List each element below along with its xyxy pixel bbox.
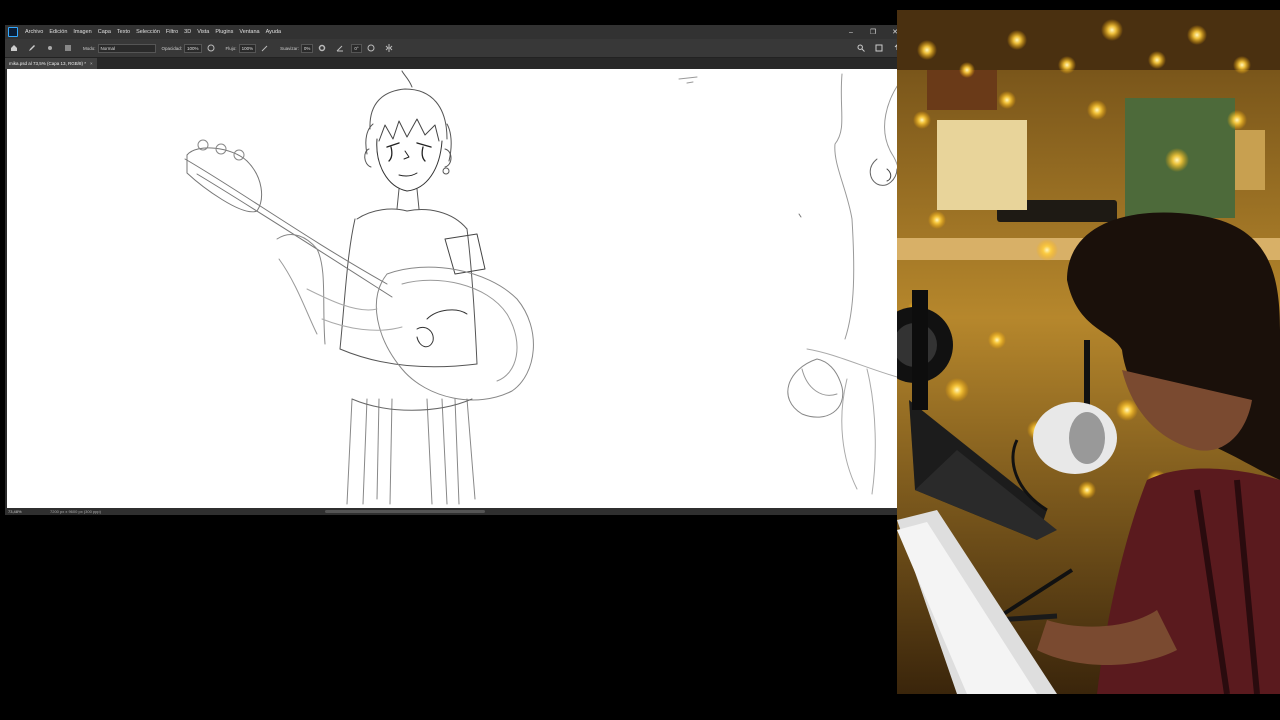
- opacity-input[interactable]: 100%: [184, 43, 202, 53]
- menu-edicion[interactable]: Edición: [46, 25, 70, 39]
- smoothing-input[interactable]: 0%: [300, 43, 314, 53]
- menu-vista[interactable]: Vista: [194, 25, 212, 39]
- menu-ventana[interactable]: Ventana: [236, 25, 262, 39]
- brush-size-icon[interactable]: [45, 43, 55, 53]
- menu-3d[interactable]: 3D: [181, 25, 194, 39]
- document-tab[interactable]: mika.psd al 73,5% (Capa 13, RGB/8) * ×: [5, 58, 97, 69]
- webcam-feed: [897, 10, 1280, 694]
- menu-bar: Archivo Edición Imagen Capa Texto Selecc…: [5, 25, 906, 39]
- pressure-size-icon[interactable]: [366, 43, 376, 53]
- photoshop-logo-icon: [8, 27, 18, 37]
- canvas[interactable]: [7, 69, 904, 508]
- menu-archivo[interactable]: Archivo: [22, 25, 46, 39]
- smoothing-gear-icon[interactable]: [317, 43, 327, 53]
- opacity-label: Opacidad:: [161, 45, 183, 51]
- minimize-button[interactable]: –: [840, 25, 862, 39]
- sketch-drawing: [184, 70, 904, 505]
- menu-texto[interactable]: Texto: [114, 25, 133, 39]
- restore-button[interactable]: ❐: [862, 25, 884, 39]
- flow-label: Flujo:: [225, 45, 237, 51]
- smoothing-label: Suavizar:: [280, 45, 299, 51]
- document-tabs: mika.psd al 73,5% (Capa 13, RGB/8) * ×: [5, 58, 906, 69]
- document-info[interactable]: 7200 px x 9600 px (300 ppp): [50, 508, 101, 515]
- status-bar: 73,48% 7200 px x 9600 px (300 ppp): [5, 508, 906, 515]
- options-bar: Modo: Normal Opacidad: 100% Flujo: 100% …: [5, 39, 906, 58]
- menu-seleccion[interactable]: Selección: [133, 25, 163, 39]
- webcam-image: [897, 10, 1280, 694]
- search-icon[interactable]: [856, 43, 866, 53]
- workspace-icon[interactable]: [874, 43, 884, 53]
- menu-ayuda[interactable]: Ayuda: [263, 25, 285, 39]
- menu-imagen[interactable]: Imagen: [70, 25, 94, 39]
- menu-capa[interactable]: Capa: [95, 25, 114, 39]
- tab-close-icon[interactable]: ×: [90, 61, 93, 66]
- flow-input[interactable]: 100%: [238, 43, 257, 53]
- airbrush-icon[interactable]: [260, 43, 270, 53]
- menu-plugins[interactable]: Plugins: [212, 25, 236, 39]
- home-icon[interactable]: [9, 43, 19, 53]
- mode-select[interactable]: Normal: [97, 43, 156, 53]
- angle-icon[interactable]: [335, 43, 345, 53]
- pressure-opacity-icon[interactable]: [206, 43, 216, 53]
- mode-label: Modo:: [83, 45, 96, 51]
- menu-filtro[interactable]: Filtro: [163, 25, 181, 39]
- zoom-level[interactable]: 73,48%: [8, 508, 22, 515]
- brush-settings-icon[interactable]: [63, 43, 73, 53]
- symmetry-icon[interactable]: [384, 43, 394, 53]
- horizontal-scrollbar[interactable]: [325, 510, 485, 513]
- angle-input[interactable]: 0°: [351, 43, 362, 53]
- brush-tool-icon[interactable]: [27, 43, 37, 53]
- document-tab-title: mika.psd al 73,5% (Capa 13, RGB/8) *: [9, 61, 87, 66]
- photoshop-window: Archivo Edición Imagen Capa Texto Selecc…: [5, 25, 906, 515]
